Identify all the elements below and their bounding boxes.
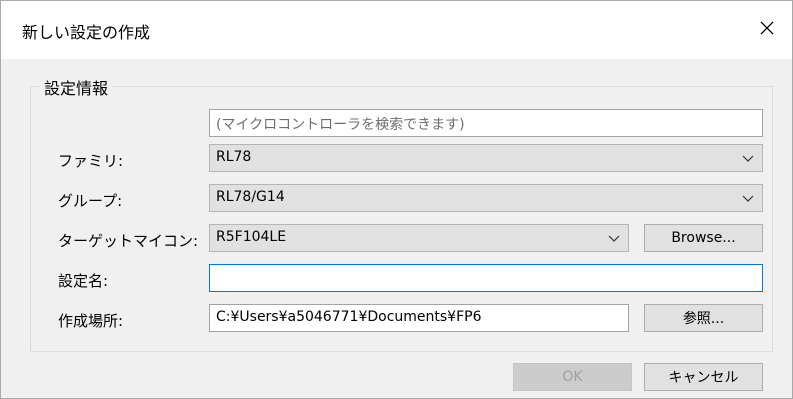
settings-group-legend: 設定情報 bbox=[40, 75, 113, 99]
mcu-search-input[interactable]: (マイクロコントローラを検索できます) bbox=[209, 109, 763, 137]
chevron-down-icon bbox=[608, 235, 620, 242]
location-input[interactable]: C:¥Users¥a5046771¥Documents¥FP6 bbox=[209, 304, 629, 332]
family-select[interactable]: RL78 bbox=[209, 144, 763, 172]
close-icon bbox=[760, 21, 774, 35]
close-button[interactable] bbox=[750, 11, 784, 45]
title-bar: 新しい設定の作成 bbox=[1, 1, 792, 59]
dialog-title: 新しい設定の作成 bbox=[22, 23, 151, 42]
chevron-down-icon bbox=[742, 155, 754, 162]
group-select-value: RL78/G14 bbox=[216, 189, 285, 205]
cancel-button[interactable]: キャンセル bbox=[644, 363, 763, 391]
browse-button[interactable]: Browse... bbox=[644, 224, 763, 252]
target-mcu-label: ターゲットマイコン: bbox=[58, 232, 199, 250]
setting-name-label: 設定名: bbox=[58, 272, 109, 290]
group-select[interactable]: RL78/G14 bbox=[209, 184, 763, 212]
setting-name-input[interactable] bbox=[209, 264, 763, 292]
family-select-value: RL78 bbox=[216, 149, 252, 165]
browse-location-button[interactable]: 参照... bbox=[644, 304, 763, 332]
target-mcu-select[interactable]: R5F104LE bbox=[209, 224, 629, 252]
dialog-window: 新しい設定の作成 設定情報 (マイクロコントローラを検索できます) ファミリ: … bbox=[0, 0, 793, 399]
location-label: 作成場所: bbox=[58, 312, 124, 330]
chevron-down-icon bbox=[742, 195, 754, 202]
ok-button[interactable]: OK bbox=[513, 363, 632, 391]
family-label: ファミリ: bbox=[58, 152, 124, 170]
group-label: グループ: bbox=[58, 192, 123, 210]
target-mcu-select-value: R5F104LE bbox=[216, 229, 287, 245]
